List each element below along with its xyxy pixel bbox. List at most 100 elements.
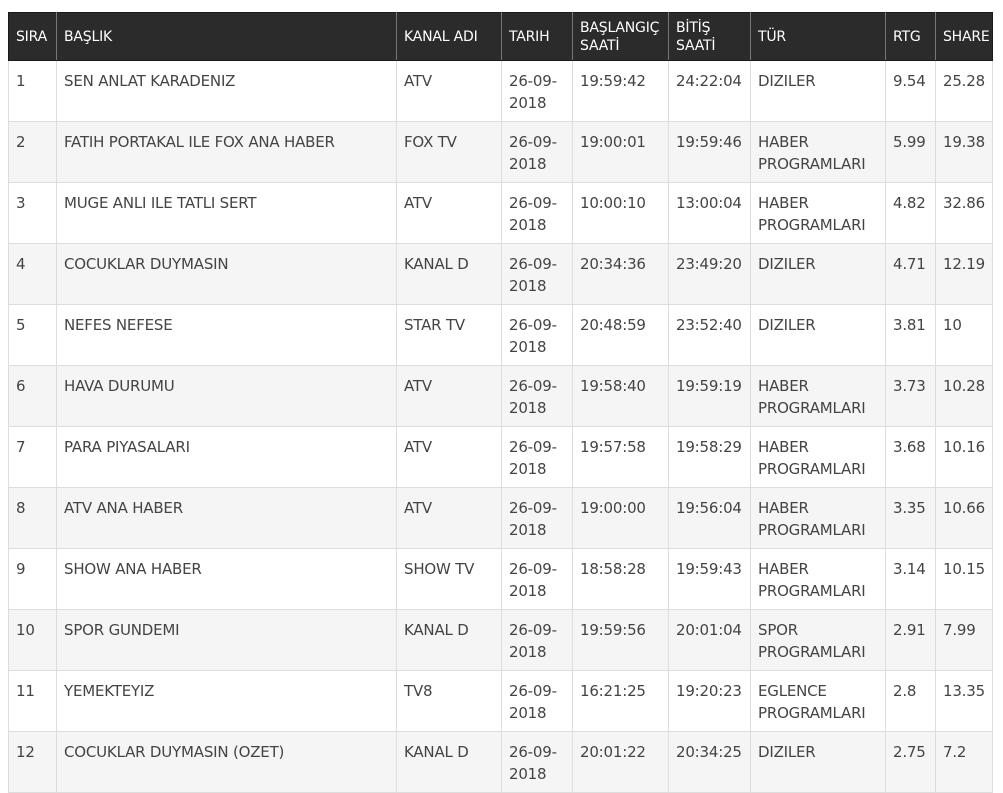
cell-baslangic-saati: 19:57:58 — [572, 426, 669, 488]
cell-bitis-saati: 19:56:04 — [668, 487, 751, 549]
header-bitis-saati[interactable]: BİTİŞ SAATİ — [668, 12, 751, 61]
cell-sira: 8 — [8, 487, 57, 549]
cell-bitis-saati: 19:20:23 — [668, 670, 751, 732]
cell-baslangic-saati: 16:21:25 — [572, 670, 669, 732]
cell-kanal-adi: KANAL D — [396, 243, 502, 305]
cell-baslik: PARA PIYASALARI — [56, 426, 397, 488]
cell-tur: HABER PROGRAMLARI — [750, 487, 886, 549]
cell-sira: 5 — [8, 304, 57, 366]
cell-tarih: 26-09-2018 — [501, 731, 573, 793]
table-row: 2 FATIH PORTAKAL ILE FOX ANA HABER FOX TV 2… — [8, 121, 993, 183]
cell-baslangic-saati: 19:59:56 — [572, 609, 669, 671]
cell-baslik: SHOW ANA HABER — [56, 548, 397, 610]
cell-baslik: FATIH PORTAKAL ILE FOX ANA HABER — [56, 121, 397, 183]
cell-rtg: 9.54 — [885, 60, 936, 122]
cell-share: 10.15 — [935, 548, 993, 610]
cell-bitis-saati: 20:01:04 — [668, 609, 751, 671]
cell-sira: 1 — [8, 60, 57, 122]
ratings-table-container: SIRA BAŞLIK KANAL ADI TARIH BAŞLANGIÇ SA… — [8, 12, 993, 793]
cell-kanal-adi: ATV — [396, 60, 502, 122]
cell-tur: HABER PROGRAMLARI — [750, 182, 886, 244]
cell-bitis-saati: 19:59:19 — [668, 365, 751, 427]
cell-sira: 6 — [8, 365, 57, 427]
cell-rtg: 2.75 — [885, 731, 936, 793]
cell-bitis-saati: 20:34:25 — [668, 731, 751, 793]
header-tur[interactable]: TÜR — [750, 12, 886, 61]
header-baslik[interactable]: BAŞLIK — [56, 12, 397, 61]
cell-baslangic-saati: 19:59:42 — [572, 60, 669, 122]
cell-bitis-saati: 23:52:40 — [668, 304, 751, 366]
cell-bitis-saati: 23:49:20 — [668, 243, 751, 305]
cell-sira: 10 — [8, 609, 57, 671]
cell-tarih: 26-09-2018 — [501, 304, 573, 366]
table-row: 10 SPOR GUNDEMI KANAL D 26-09-2018 19:59:56 2… — [8, 609, 993, 671]
cell-kanal-adi: STAR TV — [396, 304, 502, 366]
cell-kanal-adi: ATV — [396, 426, 502, 488]
cell-bitis-saati: 13:00:04 — [668, 182, 751, 244]
cell-rtg: 3.73 — [885, 365, 936, 427]
cell-tarih: 26-09-2018 — [501, 670, 573, 732]
table-row: 4 COCUKLAR DUYMASIN KANAL D 26-09-2018 20:34… — [8, 243, 993, 305]
cell-baslik: COCUKLAR DUYMASIN (OZET) — [56, 731, 397, 793]
cell-rtg: 4.71 — [885, 243, 936, 305]
table-row: 5 NEFES NEFESE STAR TV 26-09-2018 20:48:59 23… — [8, 304, 993, 366]
table-row: 6 HAVA DURUMU ATV 26-09-2018 19:58:40 19:59:1… — [8, 365, 993, 427]
cell-tarih: 26-09-2018 — [501, 365, 573, 427]
cell-rtg: 5.99 — [885, 121, 936, 183]
cell-baslik: NEFES NEFESE — [56, 304, 397, 366]
header-share[interactable]: SHARE — [935, 12, 993, 61]
cell-baslangic-saati: 19:58:40 — [572, 365, 669, 427]
cell-rtg: 3.68 — [885, 426, 936, 488]
table-row: 8 ATV ANA HABER ATV 26-09-2018 19:00:00 19:56… — [8, 487, 993, 549]
cell-share: 7.2 — [935, 731, 993, 793]
table-row: 7 PARA PIYASALARI ATV 26-09-2018 19:57:58 19:… — [8, 426, 993, 488]
cell-tarih: 26-09-2018 — [501, 487, 573, 549]
cell-tur: DIZILER — [750, 243, 886, 305]
table-row: 9 SHOW ANA HABER SHOW TV 26-09-2018 18:58:28… — [8, 548, 993, 610]
cell-sira: 9 — [8, 548, 57, 610]
cell-tarih: 26-09-2018 — [501, 243, 573, 305]
cell-sira: 2 — [8, 121, 57, 183]
cell-tur: HABER PROGRAMLARI — [750, 121, 886, 183]
cell-baslik: SPOR GUNDEMI — [56, 609, 397, 671]
cell-rtg: 2.91 — [885, 609, 936, 671]
header-tarih[interactable]: TARIH — [501, 12, 573, 61]
header-sira[interactable]: SIRA — [8, 12, 57, 61]
table-row: 1 SEN ANLAT KARADENIZ ATV 26-09-2018 19:59:4… — [8, 60, 993, 122]
table-row: 3 MUGE ANLI ILE TATLI SERT ATV 26-09-2018 10… — [8, 182, 993, 244]
cell-baslik: YEMEKTEYIZ — [56, 670, 397, 732]
cell-tur: HABER PROGRAMLARI — [750, 548, 886, 610]
header-baslangic-saati[interactable]: BAŞLANGIÇ SAATİ — [572, 12, 669, 61]
cell-kanal-adi: ATV — [396, 487, 502, 549]
cell-tur: DIZILER — [750, 304, 886, 366]
cell-tarih: 26-09-2018 — [501, 121, 573, 183]
cell-kanal-adi: FOX TV — [396, 121, 502, 183]
cell-rtg: 3.35 — [885, 487, 936, 549]
cell-tur: HABER PROGRAMLARI — [750, 426, 886, 488]
cell-baslik: ATV ANA HABER — [56, 487, 397, 549]
cell-kanal-adi: ATV — [396, 182, 502, 244]
cell-bitis-saati: 19:58:29 — [668, 426, 751, 488]
cell-bitis-saati: 19:59:46 — [668, 121, 751, 183]
cell-kanal-adi: KANAL D — [396, 731, 502, 793]
cell-baslik: SEN ANLAT KARADENIZ — [56, 60, 397, 122]
cell-share: 10.28 — [935, 365, 993, 427]
cell-tur: HABER PROGRAMLARI — [750, 365, 886, 427]
cell-share: 10 — [935, 304, 993, 366]
cell-kanal-adi: KANAL D — [396, 609, 502, 671]
cell-share: 10.66 — [935, 487, 993, 549]
cell-sira: 4 — [8, 243, 57, 305]
cell-tur: EGLENCE PROGRAMLARI — [750, 670, 886, 732]
cell-tur: DIZILER — [750, 731, 886, 793]
cell-tarih: 26-09-2018 — [501, 426, 573, 488]
cell-share: 7.99 — [935, 609, 993, 671]
cell-tur: SPOR PROGRAMLARI — [750, 609, 886, 671]
header-kanal-adi[interactable]: KANAL ADI — [396, 12, 502, 61]
cell-baslik: MUGE ANLI ILE TATLI SERT — [56, 182, 397, 244]
cell-baslangic-saati: 10:00:10 — [572, 182, 669, 244]
header-rtg[interactable]: RTG — [885, 12, 936, 61]
cell-share: 12.19 — [935, 243, 993, 305]
cell-share: 32.86 — [935, 182, 993, 244]
cell-share: 19.38 — [935, 121, 993, 183]
table-row: 12 COCUKLAR DUYMASIN (OZET) KANAL D 26-09-2… — [8, 731, 993, 793]
